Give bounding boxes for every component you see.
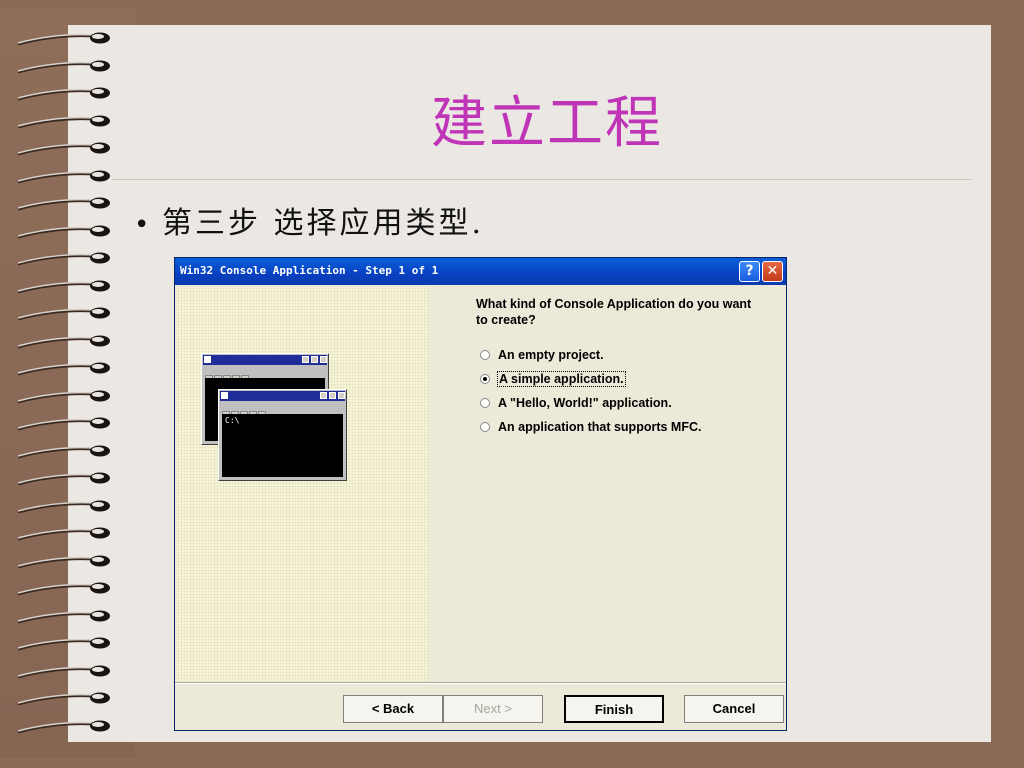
- slide-title: 建立工程: [431, 91, 663, 156]
- spiral-binder-ring: [17, 637, 110, 651]
- console-window-icon: C:\: [218, 389, 347, 481]
- option-label: An empty project.: [498, 348, 604, 362]
- preview-panel: C:\: [177, 287, 428, 682]
- back-button[interactable]: < Back: [343, 695, 443, 723]
- dialog-title: Win32 Console Application - Step 1 of 1: [180, 264, 439, 277]
- bullet-dot: •: [134, 210, 153, 240]
- spiral-binder-ring: [17, 197, 110, 211]
- finish-button[interactable]: Finish: [564, 695, 664, 723]
- option-label: A simple application.: [497, 371, 626, 387]
- radio-button[interactable]: [480, 398, 490, 408]
- option-hello-world[interactable]: A "Hello, World!" application.: [480, 394, 672, 412]
- help-icon[interactable]: ?: [739, 261, 760, 282]
- radio-button[interactable]: [480, 422, 490, 432]
- spiral-binder-ring: [17, 417, 110, 431]
- spiral-binder-ring: [17, 720, 110, 733]
- option-simple-application[interactable]: A simple application.: [480, 370, 626, 388]
- radio-button[interactable]: [480, 350, 490, 360]
- option-label: An application that supports MFC.: [498, 420, 702, 434]
- spiral-binder-ring: [17, 225, 110, 238]
- radio-button-selected[interactable]: [480, 374, 490, 384]
- cancel-button[interactable]: Cancel: [684, 695, 784, 723]
- spiral-binder-ring: [17, 32, 110, 46]
- bullet-item: • 第三步 选择应用类型.: [134, 198, 484, 242]
- option-label: A "Hello, World!" application.: [498, 396, 672, 410]
- button-separator: [175, 682, 786, 684]
- options-panel: What kind of Console Application do you …: [428, 287, 784, 682]
- title-divider: [112, 179, 972, 180]
- next-button[interactable]: Next >: [443, 695, 543, 723]
- spiral-binder-ring: [17, 60, 110, 73]
- close-icon[interactable]: ✕: [762, 261, 783, 282]
- spiral-binder-ring: [17, 665, 110, 678]
- spiral-binder-ring: [17, 527, 110, 541]
- spiral-binder-ring: [17, 307, 110, 321]
- spiral-binder-ring: [17, 335, 110, 348]
- spiral-binder-ring: [17, 170, 110, 183]
- spiral-binder-ring: [17, 692, 110, 706]
- spiral-binder-ring: [17, 472, 110, 486]
- spiral-binder-ring: [17, 390, 110, 403]
- spiral-binder-ring: [17, 445, 110, 458]
- spiral-binder-ring: [17, 252, 110, 266]
- spiral-binder-ring: [17, 582, 110, 596]
- spiral-binder-ring: [17, 610, 110, 623]
- console-prompt: C:\: [225, 416, 240, 425]
- question-text: What kind of Console Application do you …: [476, 297, 752, 327]
- spiral-binder-ring: [17, 280, 110, 293]
- dialog-titlebar[interactable]: Win32 Console Application - Step 1 of 1 …: [175, 258, 786, 285]
- option-mfc[interactable]: An application that supports MFC.: [480, 418, 702, 436]
- bullet-text: 第三步 选择应用类型.: [162, 206, 485, 241]
- spiral-binder-ring: [17, 500, 110, 513]
- wizard-dialog: Win32 Console Application - Step 1 of 1 …: [174, 257, 787, 731]
- option-empty-project[interactable]: An empty project.: [480, 346, 604, 364]
- spiral-binder-ring: [17, 362, 110, 376]
- spiral-binder-ring: [17, 555, 110, 568]
